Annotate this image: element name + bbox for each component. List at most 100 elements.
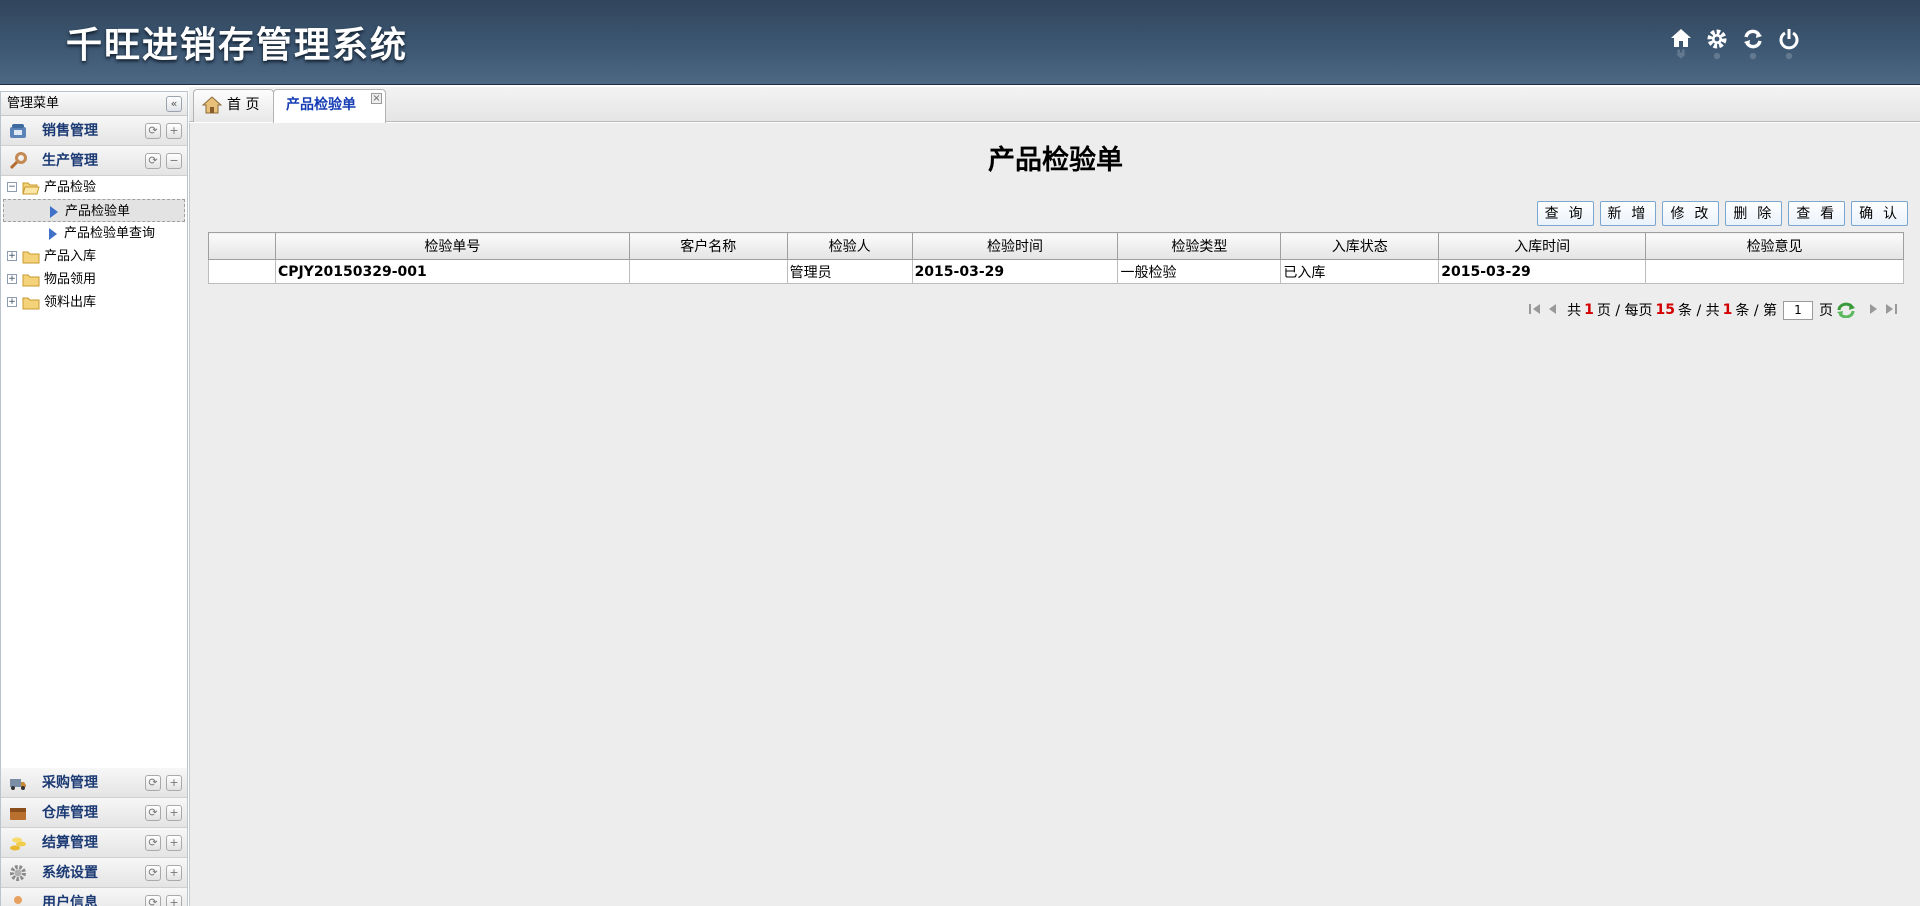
wrench-icon: [9, 152, 27, 170]
section-purchase[interactable]: 采购管理 ⟳ +: [1, 768, 187, 798]
table-cell: 2015-03-29: [911, 259, 1119, 284]
main-content: 产品检验单 查 询 新 增 修 改 删 除 查 看 确 认 检验单号 客户名称 …: [189, 123, 1920, 906]
next-page-icon[interactable]: [1866, 302, 1880, 318]
section-sales[interactable]: 销售管理 ⟳ +: [1, 116, 187, 146]
tab-bar: 首 页 产品检验单 ×: [189, 87, 1920, 123]
expand-toggle[interactable]: +: [7, 251, 17, 261]
folder-open-icon: [22, 182, 40, 195]
user-icon: [14, 896, 22, 904]
refresh-icon[interactable]: [1836, 302, 1856, 319]
expand-button[interactable]: +: [166, 805, 182, 821]
pager-text: 条 / 共: [1678, 303, 1720, 319]
sidebar: 管理菜单 « 销售管理 ⟳ + 生产管理 ⟳ − − 产品检验 产品检验单 产品…: [0, 91, 188, 906]
table-cell: 2015-03-29: [1438, 259, 1647, 284]
table-cell: [208, 259, 276, 284]
column-header[interactable]: 客户名称: [628, 232, 788, 260]
column-header[interactable]: 检验人: [786, 232, 913, 260]
expand-button[interactable]: +: [166, 835, 182, 851]
refresh-icon[interactable]: ⟳: [145, 895, 161, 906]
confirm-button[interactable]: 确 认: [1851, 201, 1908, 226]
truck-icon: [10, 779, 26, 790]
add-button[interactable]: 新 增: [1599, 201, 1657, 226]
refresh-icon[interactable]: ⟳: [145, 835, 161, 851]
column-header[interactable]: 入库时间: [1438, 232, 1647, 260]
sidebar-title: 管理菜单: [7, 96, 60, 111]
column-header[interactable]: 入库状态: [1280, 232, 1440, 260]
tab-inspection-form[interactable]: 产品检验单 ×: [273, 89, 386, 123]
section-label: 仓库管理: [42, 805, 98, 821]
header-toolbar: [1668, 28, 1802, 62]
inspection-table: 检验单号 客户名称 检验人 检验时间 检验类型 入库状态 入库时间 检验意见 C…: [208, 232, 1904, 284]
section-production[interactable]: 生产管理 ⟳ −: [1, 146, 187, 176]
query-button[interactable]: 查 询: [1536, 201, 1594, 226]
section-label: 销售管理: [42, 123, 98, 139]
page-title: 产品检验单: [988, 145, 1123, 176]
expand-button[interactable]: +: [166, 123, 182, 139]
last-page-icon[interactable]: [1884, 302, 1898, 318]
collapse-sidebar-button[interactable]: «: [166, 96, 182, 112]
pager-text: 共: [1567, 303, 1582, 319]
expand-button[interactable]: +: [166, 775, 182, 791]
phone-icon: [10, 124, 26, 138]
prev-page-icon[interactable]: [1546, 302, 1560, 318]
folder-icon: [22, 274, 40, 287]
section-warehouse[interactable]: 仓库管理 ⟳ +: [1, 798, 187, 828]
section-label: 结算管理: [42, 835, 98, 851]
pager-text: 页: [1819, 303, 1833, 319]
table-cell: 管理员: [786, 259, 913, 284]
refresh-icon[interactable]: ⟳: [145, 153, 161, 169]
section-label: 系统设置: [42, 865, 98, 881]
home-icon: [202, 96, 222, 114]
refresh-icon[interactable]: [1740, 28, 1766, 62]
table-cell: CPJY20150329-001: [274, 259, 630, 284]
tree-node-product-stock-in[interactable]: + 产品入库: [1, 245, 187, 268]
section-settlement[interactable]: 结算管理 ⟳ +: [1, 828, 187, 858]
tree-item-inspection-query[interactable]: 产品检验单查询: [1, 222, 187, 245]
column-header[interactable]: 检验时间: [911, 232, 1119, 260]
app-title: 千旺进销存管理系统: [66, 25, 409, 66]
home-icon[interactable]: [1668, 28, 1694, 62]
tree-item-inspection-form[interactable]: 产品检验单: [3, 199, 185, 222]
refresh-icon[interactable]: ⟳: [145, 865, 161, 881]
refresh-icon[interactable]: ⟳: [145, 805, 161, 821]
expand-button[interactable]: +: [166, 895, 182, 906]
coins-icon: [10, 837, 26, 851]
section-user-info[interactable]: 用户信息 ⟳ +: [1, 888, 187, 906]
table-header-row: 检验单号 客户名称 检验人 检验时间 检验类型 入库状态 入库时间 检验意见: [208, 232, 1904, 260]
pagination: 共 1 页 / 每页 15 条 / 共 1 条 / 第 页: [1528, 300, 1902, 320]
collapse-toggle[interactable]: −: [7, 182, 17, 192]
refresh-icon[interactable]: ⟳: [145, 123, 161, 139]
column-header[interactable]: 检验意见: [1645, 232, 1904, 260]
section-label: 生产管理: [42, 153, 98, 169]
delete-button[interactable]: 删 除: [1725, 201, 1783, 226]
page-number-input[interactable]: [1783, 300, 1813, 320]
tree-node-product-inspection[interactable]: − 产品检验: [1, 176, 187, 199]
edit-button[interactable]: 修 改: [1662, 201, 1720, 226]
refresh-icon[interactable]: ⟳: [145, 775, 161, 791]
collapse-button[interactable]: −: [166, 153, 182, 169]
column-header[interactable]: 检验类型: [1117, 232, 1282, 260]
column-header[interactable]: 检验单号: [274, 232, 630, 260]
table-cell: [628, 259, 788, 284]
expand-toggle[interactable]: +: [7, 297, 17, 307]
close-icon[interactable]: ×: [371, 93, 382, 104]
power-icon[interactable]: [1776, 28, 1802, 62]
box-icon: [10, 808, 26, 820]
column-header[interactable]: [208, 232, 276, 260]
view-button[interactable]: 查 看: [1788, 201, 1846, 226]
first-page-icon[interactable]: [1528, 302, 1542, 318]
table-row[interactable]: CPJY20150329-001 管理员 2015-03-29 一般检验 已入库…: [208, 259, 1904, 284]
expand-button[interactable]: +: [166, 865, 182, 881]
section-label: 用户信息: [42, 895, 98, 906]
pager-text: 条 / 第: [1735, 303, 1777, 319]
table-cell: 已入库: [1280, 259, 1440, 284]
tree-node-material-out[interactable]: + 领料出库: [1, 291, 187, 314]
tree-node-item-requisition[interactable]: + 物品领用: [1, 268, 187, 291]
page-size: 15: [1655, 302, 1675, 318]
expand-toggle[interactable]: +: [7, 274, 17, 284]
section-system-settings[interactable]: 系统设置 ⟳ +: [1, 858, 187, 888]
folder-icon: [22, 297, 40, 310]
gear-icon[interactable]: [1704, 28, 1730, 62]
tab-home[interactable]: 首 页: [193, 89, 274, 122]
action-toolbar: 查 询 新 增 修 改 删 除 查 看 确 认: [1536, 201, 1908, 226]
